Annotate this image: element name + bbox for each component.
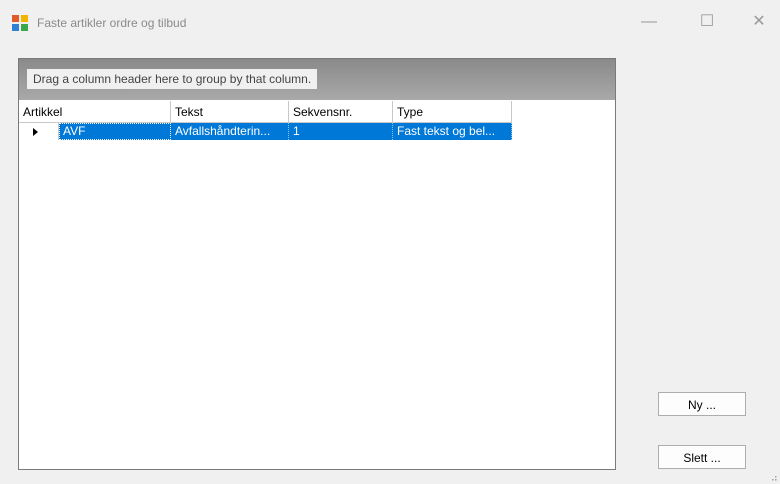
title-bar: Faste artikler ordre og tilbud — ☐ ✕ — [0, 0, 780, 40]
cell-type[interactable]: Fast tekst og bel... — [393, 123, 512, 140]
group-by-hint: Drag a column header here to group by th… — [27, 69, 318, 89]
delete-button[interactable]: Slett ... — [658, 445, 746, 469]
window-title: Faste artikler ordre og tilbud — [37, 16, 187, 30]
maximize-button[interactable]: ☐ — [684, 0, 730, 40]
column-header-type[interactable]: Type — [393, 101, 512, 123]
cell-artikkel[interactable]: AVF — [59, 123, 171, 140]
close-button[interactable]: ✕ — [736, 0, 780, 40]
column-header-tekst[interactable]: Tekst — [171, 101, 289, 123]
minimize-button[interactable]: — — [626, 0, 672, 40]
row-header[interactable] — [19, 123, 59, 140]
group-by-panel[interactable]: Drag a column header here to group by th… — [19, 59, 615, 100]
articles-grid[interactable]: Drag a column header here to group by th… — [18, 58, 616, 470]
cell-sekvensnr[interactable]: 1 — [289, 123, 393, 140]
resize-grip-icon[interactable] — [767, 471, 777, 481]
table-row[interactable]: AVF Avfallshåndterin... 1 Fast tekst og … — [19, 123, 512, 140]
column-header-sekvensnr[interactable]: Sekvensnr. — [289, 101, 393, 123]
new-button[interactable]: Ny ... — [658, 392, 746, 416]
app-window-icon — [12, 15, 28, 31]
row-arrow-icon — [33, 128, 38, 136]
cell-tekst[interactable]: Avfallshåndterin... — [171, 123, 289, 140]
column-header-artikkel[interactable]: Artikkel — [19, 101, 171, 123]
